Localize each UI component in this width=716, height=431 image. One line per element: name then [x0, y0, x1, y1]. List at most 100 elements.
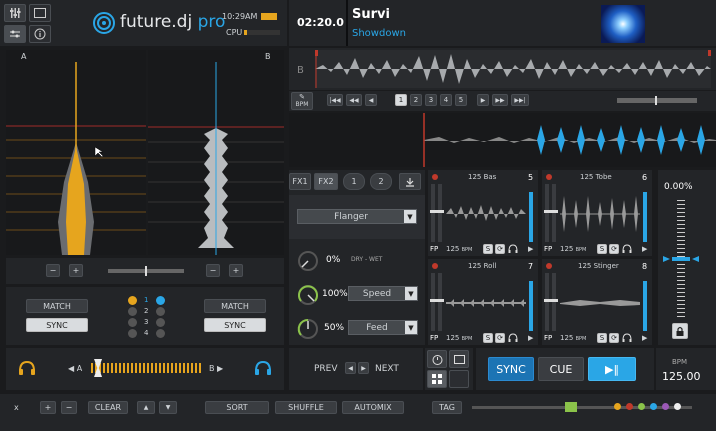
loop-icon[interactable]: ⟳: [495, 244, 505, 254]
pitch-handle[interactable]: [663, 256, 699, 262]
mixer-icon[interactable]: [4, 4, 26, 22]
close-button[interactable]: x: [14, 403, 19, 412]
page-2-button[interactable]: 2: [410, 94, 422, 106]
fx1-tab[interactable]: FX1: [289, 173, 311, 190]
sample-pad-1[interactable]: 125 Bas 5 FP 125 BPM S ⟳ ▶: [428, 170, 538, 256]
fx-slot-1-button[interactable]: 1: [343, 173, 365, 190]
monitor-icon[interactable]: [449, 350, 469, 368]
mixer-slider[interactable]: [108, 266, 184, 276]
drywet-knob[interactable]: [297, 250, 319, 272]
deck-b-headphones-icon[interactable]: [254, 360, 272, 376]
tag-marker-green[interactable]: [565, 402, 577, 412]
deck-b-plus-button[interactable]: +: [229, 264, 243, 277]
deck-b-sync-button[interactable]: SYNC: [204, 318, 266, 332]
move-down-button[interactable]: ▼: [159, 401, 177, 414]
tag-dot-white[interactable]: [674, 403, 681, 410]
prev-label[interactable]: PREV: [314, 364, 338, 374]
deck-a-match-button[interactable]: MATCH: [26, 299, 88, 313]
play-arrow-icon[interactable]: ▶: [642, 245, 647, 253]
nav-prev-button[interactable]: ◀: [365, 94, 377, 106]
tag-slider[interactable]: [472, 406, 692, 409]
footer-plus-button[interactable]: +: [40, 401, 56, 414]
window-icon[interactable]: [29, 4, 51, 22]
deck-a-minus-button[interactable]: −: [46, 264, 60, 277]
headphones-icon[interactable]: [622, 333, 632, 343]
sample-fader[interactable]: [544, 299, 558, 302]
headphones-icon[interactable]: [622, 244, 632, 254]
solo-button[interactable]: S: [483, 333, 493, 343]
nav-first-button[interactable]: |◀◀: [327, 94, 343, 106]
zoom-slider[interactable]: [617, 96, 697, 105]
page-5-button[interactable]: 5: [455, 94, 467, 106]
cue-button[interactable]: CUE: [538, 357, 584, 381]
nav-next-button[interactable]: ▶: [477, 94, 489, 106]
crossfader[interactable]: [91, 359, 201, 377]
fx2-tab[interactable]: FX2: [314, 173, 338, 190]
next-arrow-button[interactable]: ▶: [358, 362, 369, 374]
prev-arrow-button[interactable]: ◀: [345, 362, 356, 374]
settings-sliders-icon[interactable]: [4, 25, 26, 43]
play-arrow-icon[interactable]: ▶: [528, 245, 533, 253]
play-arrow-icon[interactable]: ▶: [528, 334, 533, 342]
solo-button[interactable]: S: [483, 244, 493, 254]
grid-icon[interactable]: [427, 370, 447, 388]
nav-back-button[interactable]: ◀◀: [346, 94, 362, 106]
play-arrow-icon[interactable]: ▶: [642, 334, 647, 342]
loop-icon[interactable]: ⟳: [609, 244, 619, 254]
tag-dot-orange[interactable]: [614, 403, 621, 410]
solo-button[interactable]: S: [597, 333, 607, 343]
page-1-button[interactable]: 1: [395, 94, 407, 106]
headphones-icon[interactable]: [508, 244, 518, 254]
headphones-icon[interactable]: [508, 333, 518, 343]
effect-select[interactable]: Flanger ▼: [297, 209, 417, 224]
feed-knob[interactable]: [297, 318, 319, 340]
move-up-button[interactable]: ▲: [137, 401, 155, 414]
solo-button[interactable]: S: [597, 244, 607, 254]
detail-waveform[interactable]: [289, 113, 716, 167]
tag-dot-purple[interactable]: [662, 403, 669, 410]
deck-a-plus-button[interactable]: +: [69, 264, 83, 277]
lock-icon[interactable]: [672, 323, 688, 339]
next-label[interactable]: NEXT: [375, 364, 399, 374]
loop-icon[interactable]: ⟳: [495, 333, 505, 343]
tag-dot-red[interactable]: [626, 403, 633, 410]
shuffle-button[interactable]: SHUFFLE: [275, 401, 337, 414]
automix-button[interactable]: AUTOMIX: [342, 401, 404, 414]
play-pause-button[interactable]: ▶‖: [588, 357, 636, 381]
loop-icon[interactable]: ⟳: [609, 333, 619, 343]
sample-pad-4[interactable]: 125 Stinger 8 FP 125 BPM S ⟳ ▶: [542, 259, 652, 345]
sort-button[interactable]: SORT: [205, 401, 269, 414]
footer-minus-button[interactable]: −: [61, 401, 77, 414]
feed-select[interactable]: Feed ▼: [348, 320, 418, 335]
download-icon[interactable]: [399, 173, 421, 190]
page-3-button[interactable]: 3: [425, 94, 437, 106]
deck-b-minus-button[interactable]: −: [206, 264, 220, 277]
album-art[interactable]: [601, 5, 645, 43]
tag-dot-blue[interactable]: [650, 403, 657, 410]
pitch-slider[interactable]: [663, 200, 699, 318]
page-4-button[interactable]: 4: [440, 94, 452, 106]
sample-pad-2[interactable]: 125 Tobe 6 FP 125 BPM S ⟳ ▶: [542, 170, 652, 256]
sync-button[interactable]: SYNC: [488, 357, 534, 381]
sample-fader[interactable]: [430, 210, 444, 213]
tag-dot-green[interactable]: [638, 403, 645, 410]
info-icon[interactable]: [29, 25, 51, 43]
sample-pad-3[interactable]: 125 Roll 7 FP 125 BPM S ⟳ ▶: [428, 259, 538, 345]
crossfader-handle[interactable]: [94, 359, 103, 377]
sample-fader[interactable]: [544, 210, 558, 213]
deck-a-sync-button[interactable]: SYNC: [26, 318, 88, 332]
fx-slot-2-button[interactable]: 2: [370, 173, 392, 190]
deck-a-headphones-icon[interactable]: [18, 360, 36, 376]
empty-view-button[interactable]: [449, 370, 469, 388]
timer-icon[interactable]: [427, 350, 447, 368]
tag-button[interactable]: TAG: [432, 401, 462, 414]
clear-button[interactable]: CLEAR: [88, 401, 128, 414]
nav-last-button[interactable]: ▶▶|: [511, 94, 529, 106]
nav-fwd-button[interactable]: ▶▶: [492, 94, 508, 106]
sample-fader[interactable]: [430, 299, 444, 302]
bpm-edit-button[interactable]: ✎ BPM: [291, 92, 313, 110]
speed-select[interactable]: Speed ▼: [348, 286, 418, 301]
deck-b-match-button[interactable]: MATCH: [204, 299, 266, 313]
speed-knob[interactable]: [297, 284, 319, 306]
overview-waveform[interactable]: B: [289, 48, 716, 90]
